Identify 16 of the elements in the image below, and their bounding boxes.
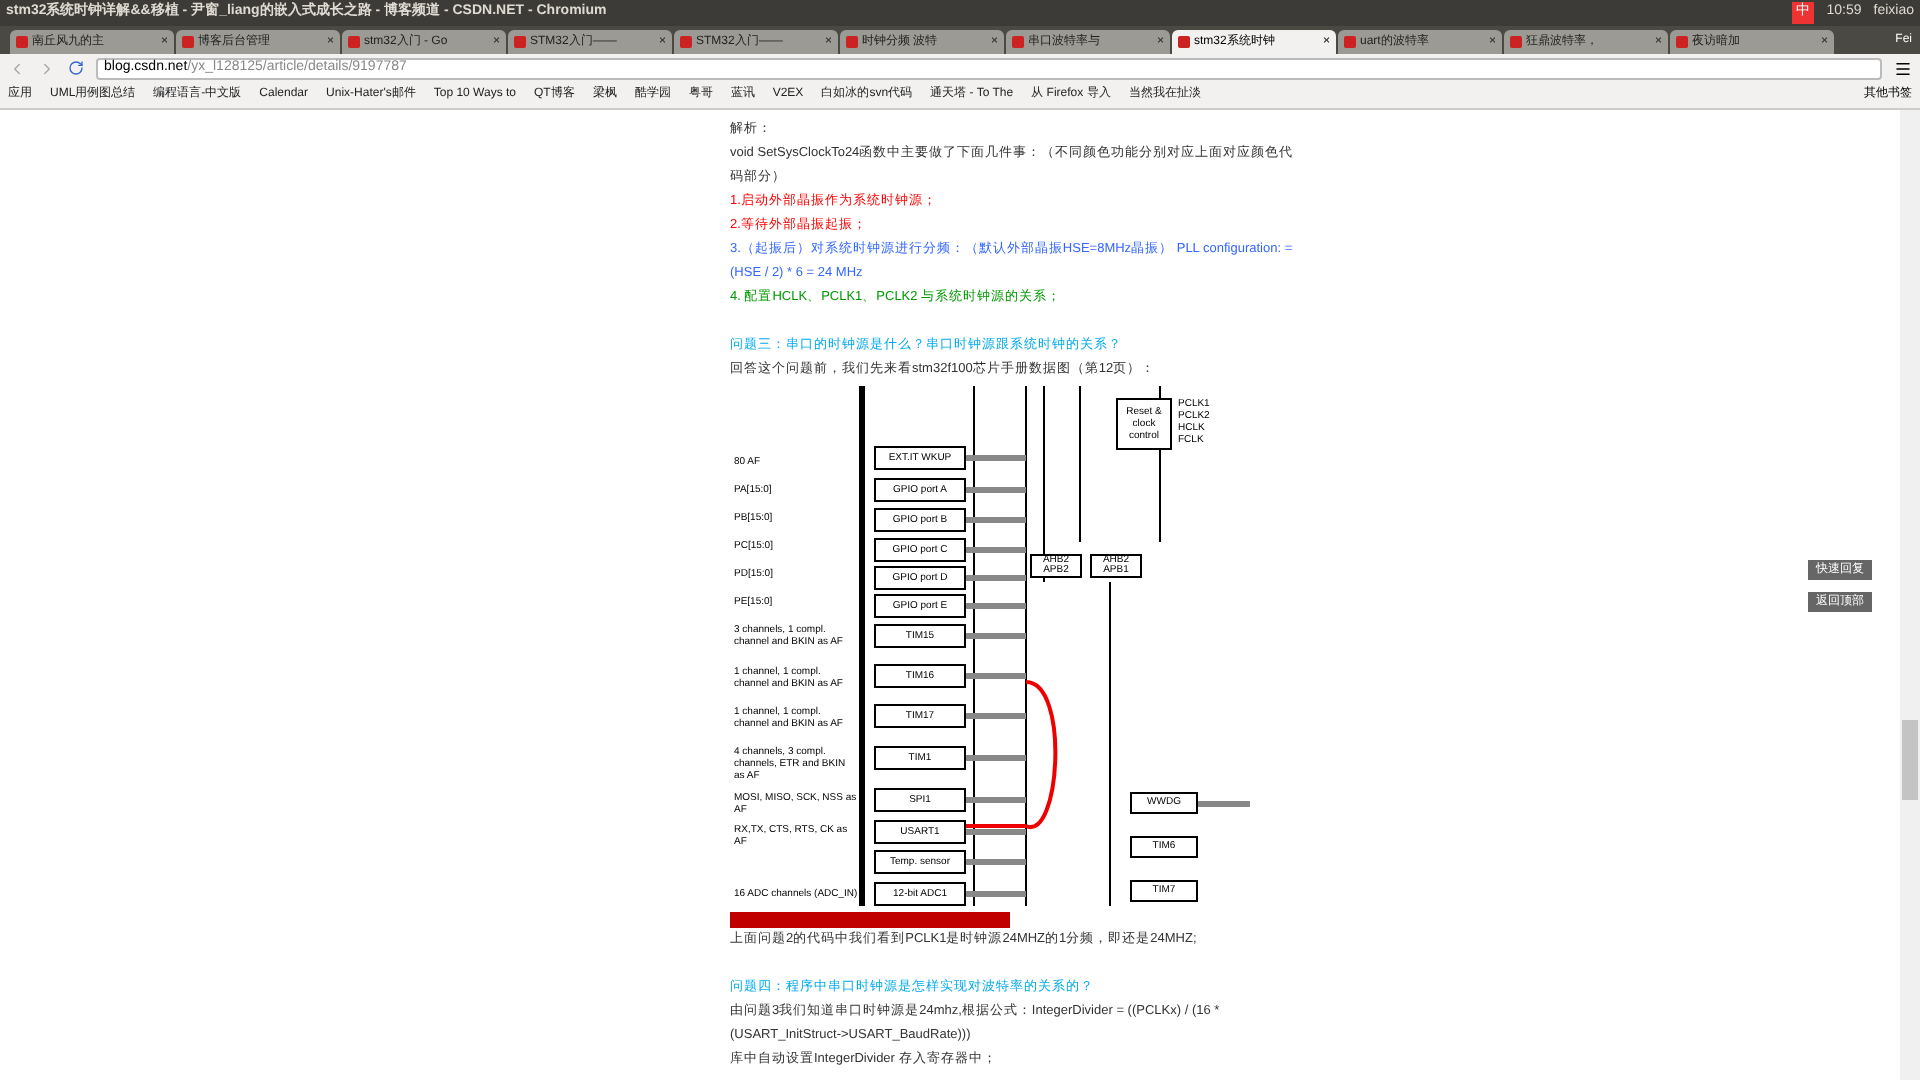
scrollbar-thumb[interactable] [1902, 720, 1918, 800]
favicon-icon [1344, 36, 1356, 48]
favicon-icon [1676, 36, 1688, 48]
favicon-icon [1510, 36, 1522, 48]
favicon-icon [846, 36, 858, 48]
forward-icon[interactable] [38, 59, 56, 77]
favicon-icon [348, 36, 360, 48]
favicon-icon [514, 36, 526, 48]
favicon-icon [680, 36, 692, 48]
favicon-icon [182, 36, 194, 48]
menu-icon[interactable] [1894, 59, 1912, 77]
favicon-icon [1178, 36, 1190, 48]
reload-icon[interactable] [68, 60, 84, 76]
favicon-icon [1012, 36, 1024, 48]
back-icon[interactable] [8, 59, 26, 77]
favicon-icon [16, 36, 28, 48]
